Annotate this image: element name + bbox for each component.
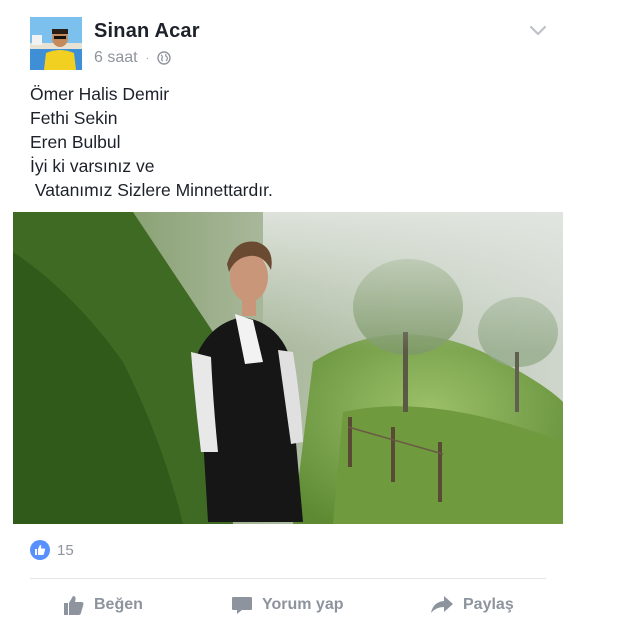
reaction-summary[interactable]: 15	[30, 540, 74, 560]
author-name[interactable]: Sinan Acar	[94, 20, 200, 43]
thumbs-up-icon	[30, 540, 50, 560]
post-timestamp[interactable]: 6 saat	[94, 49, 138, 67]
like-label: Beğen	[94, 596, 143, 613]
post-text-line: Ömer Halis Demir	[30, 84, 170, 104]
share-arrow-icon	[431, 596, 453, 613]
dot-separator: ·	[145, 52, 149, 64]
like-button[interactable]: Beğen	[63, 594, 143, 616]
share-button[interactable]: Paylaş	[430, 594, 514, 616]
reaction-count: 15	[57, 541, 74, 559]
globe-icon[interactable]	[157, 51, 171, 65]
chevron-down-icon[interactable]	[528, 23, 548, 39]
post-meta: 6 saat ·	[94, 49, 171, 67]
feed-post: Sinan Acar 6 saat · Ömer Halis Demir Fet…	[0, 0, 636, 622]
avatar[interactable]	[30, 17, 82, 70]
comment-icon	[232, 597, 252, 614]
post-text-line: Eren Bulbul	[30, 132, 121, 152]
post-text-line: Vatanımız Sizlere Minnettardır.	[30, 180, 273, 200]
comment-button[interactable]: Yorum yap	[231, 594, 344, 616]
divider	[30, 578, 546, 579]
post-text-line: Fethi Sekin	[30, 108, 118, 128]
post-text-line: İyi ki varsınız ve	[30, 156, 155, 176]
post-text: Ömer Halis Demir Fethi Sekin Eren Bulbul…	[30, 82, 273, 202]
share-label: Paylaş	[463, 596, 514, 613]
post-photo[interactable]	[13, 212, 563, 524]
comment-label: Yorum yap	[262, 596, 344, 613]
thumbs-up-icon	[64, 596, 84, 615]
post-actions: Beğen Yorum yap Paylaş	[0, 590, 636, 622]
